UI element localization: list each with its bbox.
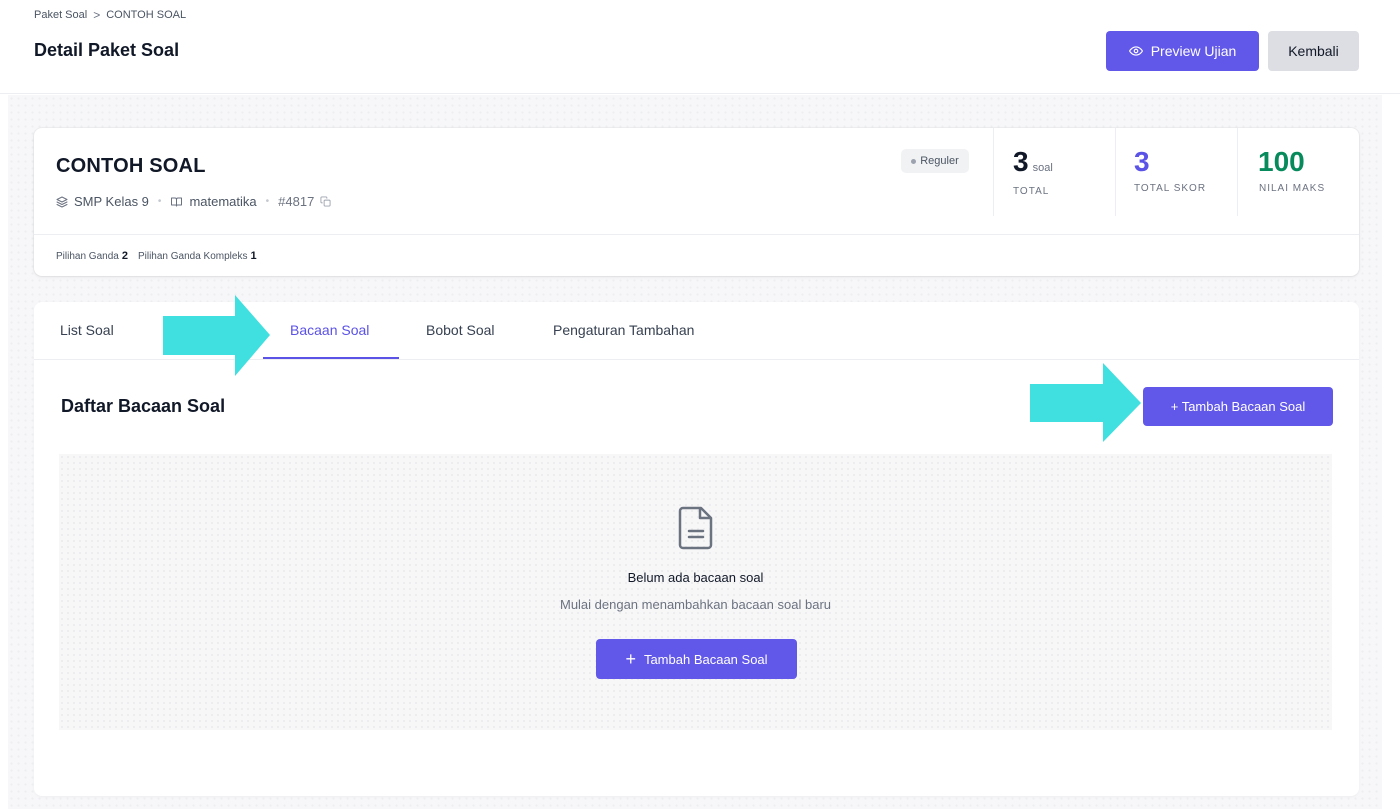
book-icon (171, 197, 183, 206)
package-id: #4817 (278, 194, 315, 209)
annotation-arrow-add-button (1030, 363, 1141, 442)
layers-icon (56, 196, 68, 207)
breadcrumb: Paket Soal > CONTOH SOAL (34, 8, 186, 22)
tab-bacaan-soal[interactable]: Bacaan Soal (290, 322, 369, 338)
stat-label: TOTAL (1013, 186, 1050, 197)
meta-separator: • (157, 196, 162, 207)
page-title: Detail Paket Soal (34, 40, 180, 60)
copy-icon[interactable] (320, 196, 331, 207)
tab-list-soal[interactable]: List Soal (60, 322, 114, 338)
package-summary-card: CONTOH SOAL SMP Kelas 9 • matematika • #… (34, 128, 1359, 276)
empty-state-description: Mulai dengan menambahkan bacaan soal bar… (559, 597, 832, 612)
package-level: SMP Kelas 9 (74, 194, 149, 209)
question-type-item: Pilihan Ganda Kompleks 1 (137, 249, 257, 262)
add-reading-empty-label: Tambah Bacaan Soal (643, 651, 768, 667)
stat-value: 3 (1134, 146, 1150, 177)
add-reading-empty-button[interactable]: + Tambah Bacaan Soal (596, 639, 797, 679)
stat-total-questions: 3 soal TOTAL (993, 128, 1115, 216)
preview-exam-button[interactable]: Preview Ujian (1106, 31, 1259, 71)
document-icon (678, 506, 713, 550)
section-title: Daftar Bacaan Soal (61, 396, 226, 416)
package-name: CONTOH SOAL (56, 155, 206, 177)
meta-separator: • (265, 196, 270, 207)
stat-max-score: 100 NILAI MAKS (1237, 128, 1359, 216)
stat-label: TOTAL SKOR (1134, 183, 1207, 194)
stat-value: 100 (1258, 146, 1305, 177)
add-reading-button[interactable]: + Tambah Bacaan Soal (1143, 387, 1333, 426)
badge-dot (911, 158, 917, 164)
question-type-item: Pilihan Ganda 2 (56, 249, 128, 262)
tab-pengaturan-tambahan[interactable]: Pengaturan Tambahan (553, 322, 694, 338)
badge-label: Reguler (920, 155, 959, 167)
package-meta: SMP Kelas 9 • matematika • #4817 (56, 194, 331, 209)
empty-state: Belum ada bacaan soal Mulai dengan menam… (59, 454, 1332, 730)
page-header: Paket Soal > CONTOH SOAL Detail Paket So… (0, 0, 1400, 94)
annotation-arrow-tab (163, 295, 270, 376)
stat-value: 3 soal (1013, 146, 1053, 177)
stat-total-score: 3 TOTAL SKOR (1115, 128, 1237, 216)
question-type-summary: Pilihan Ganda 2 Pilihan Ganda Kompleks 1 (34, 234, 1359, 276)
breadcrumb-separator: > (93, 8, 101, 22)
package-type-badge: Reguler (901, 149, 969, 173)
stat-unit: soal (1032, 162, 1053, 174)
back-button[interactable]: Kembali (1268, 31, 1359, 71)
preview-exam-label: Preview Ujian (1150, 43, 1237, 59)
empty-state-title: Belum ada bacaan soal (627, 570, 764, 585)
plus-icon: + (625, 649, 636, 669)
stat-label: NILAI MAKS (1259, 183, 1326, 194)
tab-bobot-soal[interactable]: Bobot Soal (426, 322, 495, 338)
breadcrumb-current: CONTOH SOAL (106, 9, 187, 21)
breadcrumb-root-link[interactable]: Paket Soal (34, 9, 87, 21)
active-tab-indicator (263, 357, 399, 359)
eye-icon (1128, 46, 1143, 56)
package-subject: matematika (189, 194, 257, 209)
